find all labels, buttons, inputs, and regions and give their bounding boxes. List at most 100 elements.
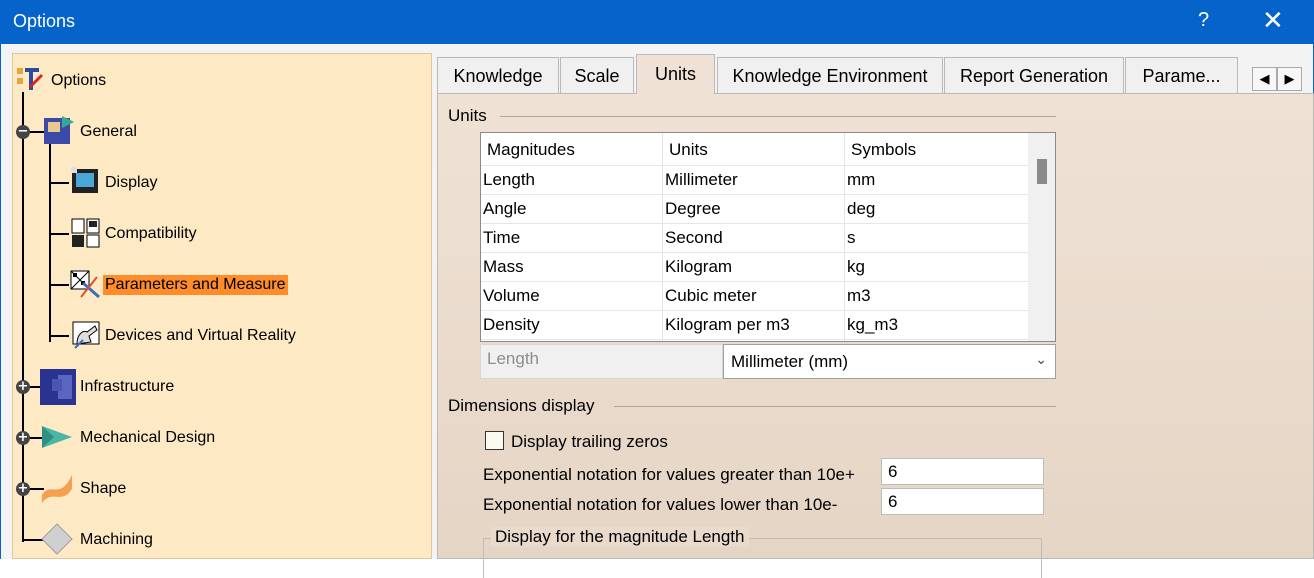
tree-item-label: Mechanical Design — [80, 429, 216, 446]
tab-parameters[interactable]: Parame... — [1125, 57, 1238, 94]
table-cell: Angle — [483, 199, 527, 218]
options-root-icon — [17, 68, 43, 90]
table-cell: s — [847, 228, 856, 247]
trailing-zeros-checkbox[interactable] — [485, 431, 504, 450]
tree-item-label: Devices and Virtual Reality — [105, 327, 296, 344]
tree-connector — [49, 233, 69, 235]
units-section-title: Units — [448, 106, 487, 125]
table-cell: Cubic meter — [665, 286, 757, 305]
tree-item-label: Compatibility — [105, 225, 197, 242]
expand-icon[interactable]: + — [16, 431, 30, 445]
chevron-down-icon: ⌄ — [1035, 351, 1047, 367]
tree-item-parameters-measure[interactable]: Parameters and Measure — [103, 272, 288, 298]
table-cell: kg_m3 — [847, 315, 899, 334]
expand-icon[interactable]: + — [16, 482, 30, 496]
infrastructure-icon — [40, 369, 76, 405]
tree-item-display[interactable]: Display — [103, 170, 159, 196]
tab-scale[interactable]: Scale — [560, 57, 634, 94]
devices-vr-icon — [72, 321, 100, 349]
section-divider — [500, 116, 1056, 117]
tree-connector — [49, 335, 69, 337]
unit-select[interactable]: Millimeter (mm) ⌄ — [723, 344, 1056, 379]
tab-bar: Knowledge Scale Units Knowledge Environm… — [437, 53, 1314, 94]
exp-lower-input[interactable]: 6 — [881, 488, 1044, 515]
column-header[interactable]: Magnitudes — [487, 140, 575, 160]
tree-item-infrastructure[interactable]: Infrastructure — [78, 374, 176, 400]
tree-item-shape[interactable]: Shape — [78, 476, 128, 502]
table-cell: Kilogram per m3 — [665, 315, 790, 334]
table-cell: Second — [665, 228, 723, 247]
tab-scroll-left-icon[interactable]: ◀ — [1252, 67, 1277, 91]
tree-item-label: Options — [51, 72, 107, 89]
tree-item-label: Shape — [80, 480, 127, 497]
tree-item-mechanical-design[interactable]: Mechanical Design — [78, 425, 217, 451]
table-cell: Length — [483, 170, 535, 189]
unit-select-value: Millimeter (mm) — [731, 352, 849, 371]
tab-scroll-buttons: ◀ ▶ — [1252, 67, 1302, 91]
tab-knowledge-environment[interactable]: Knowledge Environment — [717, 57, 943, 94]
tree-connector — [22, 92, 24, 542]
tree-item-options[interactable]: Options — [49, 68, 108, 94]
machining-icon — [41, 523, 73, 555]
exp-greater-input[interactable]: 6 — [881, 458, 1044, 485]
parameters-measure-icon — [70, 270, 100, 299]
tree-item-label: Display — [105, 174, 158, 191]
column-header[interactable]: Units — [669, 140, 708, 160]
table-cell: Mass — [483, 257, 524, 276]
table-row[interactable]: Volume Cubic meter m3 — [481, 282, 1028, 311]
table-cell: m3 — [847, 286, 871, 305]
table-scrollbar[interactable] — [1028, 133, 1055, 341]
close-button[interactable]: ✕ — [1262, 5, 1284, 35]
tab-scroll-right-icon[interactable]: ▶ — [1277, 67, 1302, 91]
units-tab-content: Units Magnitudes Units Symbols Length Mi… — [437, 93, 1314, 578]
window-title: Options — [13, 11, 76, 31]
table-cell: Degree — [665, 199, 721, 218]
tree-item-label: Infrastructure — [80, 378, 175, 395]
magnitude-display-group: Display for the magnitude Length — [483, 527, 1042, 578]
tree-connector — [49, 284, 69, 286]
table-row[interactable]: Density Kilogram per m3 kg_m3 — [481, 311, 1028, 340]
compatibility-icon — [71, 218, 100, 248]
magnitude-group-title: Display for the magnitude Length — [491, 527, 749, 547]
table-cell: mm — [847, 170, 876, 189]
table-header-row: Magnitudes Units Symbols — [481, 133, 1028, 166]
tree-item-label: Parameters and Measure — [103, 275, 288, 295]
table-cell: deg — [847, 199, 876, 218]
exp-lower-label: Exponential notation for values lower th… — [483, 495, 838, 514]
table-cell: Kilogram — [665, 257, 733, 276]
table-cell: Millimeter — [665, 170, 738, 189]
dimensions-section-title: Dimensions display — [448, 396, 595, 415]
table-cell: Volume — [483, 286, 540, 305]
help-button[interactable]: ? — [1198, 9, 1209, 32]
tree-item-devices-vr[interactable]: Devices and Virtual Reality — [103, 323, 298, 349]
table-row[interactable]: Length Millimeter mm — [481, 166, 1028, 195]
collapse-icon[interactable]: − — [16, 125, 30, 139]
tree-item-label: General — [80, 123, 137, 140]
tab-units[interactable]: Units — [636, 54, 715, 94]
table-row[interactable]: Mass Kilogram kg — [481, 253, 1028, 282]
expand-icon[interactable]: + — [16, 380, 30, 394]
options-tree: Options − General Display Compatibility — [12, 53, 432, 559]
general-icon — [44, 116, 74, 144]
table-row[interactable]: Angle Degree deg — [481, 195, 1028, 224]
table-row[interactable]: Time Second s — [481, 224, 1028, 253]
trailing-zeros-label: Display trailing zeros — [511, 432, 668, 451]
title-bar: Options ? ✕ — [0, 0, 1314, 44]
display-icon — [71, 167, 98, 193]
table-cell: Time — [483, 228, 521, 247]
shape-icon — [42, 475, 72, 503]
tree-item-machining[interactable]: Machining — [78, 527, 155, 553]
tree-item-label: Machining — [80, 531, 153, 548]
tab-knowledge[interactable]: Knowledge — [437, 57, 559, 94]
section-divider — [614, 406, 1056, 407]
tab-report-generation[interactable]: Report Generation — [944, 57, 1124, 94]
selected-magnitude-field: Length — [480, 344, 723, 379]
tree-item-general[interactable]: General — [78, 119, 139, 145]
mechanical-design-icon — [42, 426, 72, 448]
column-header[interactable]: Symbols — [851, 140, 916, 160]
table-cell: Density — [483, 315, 540, 334]
options-panel: Knowledge Scale Units Knowledge Environm… — [437, 53, 1314, 578]
scrollbar-thumb[interactable] — [1037, 159, 1047, 184]
table-cell: kg — [847, 257, 865, 276]
tree-item-compatibility[interactable]: Compatibility — [103, 221, 199, 247]
